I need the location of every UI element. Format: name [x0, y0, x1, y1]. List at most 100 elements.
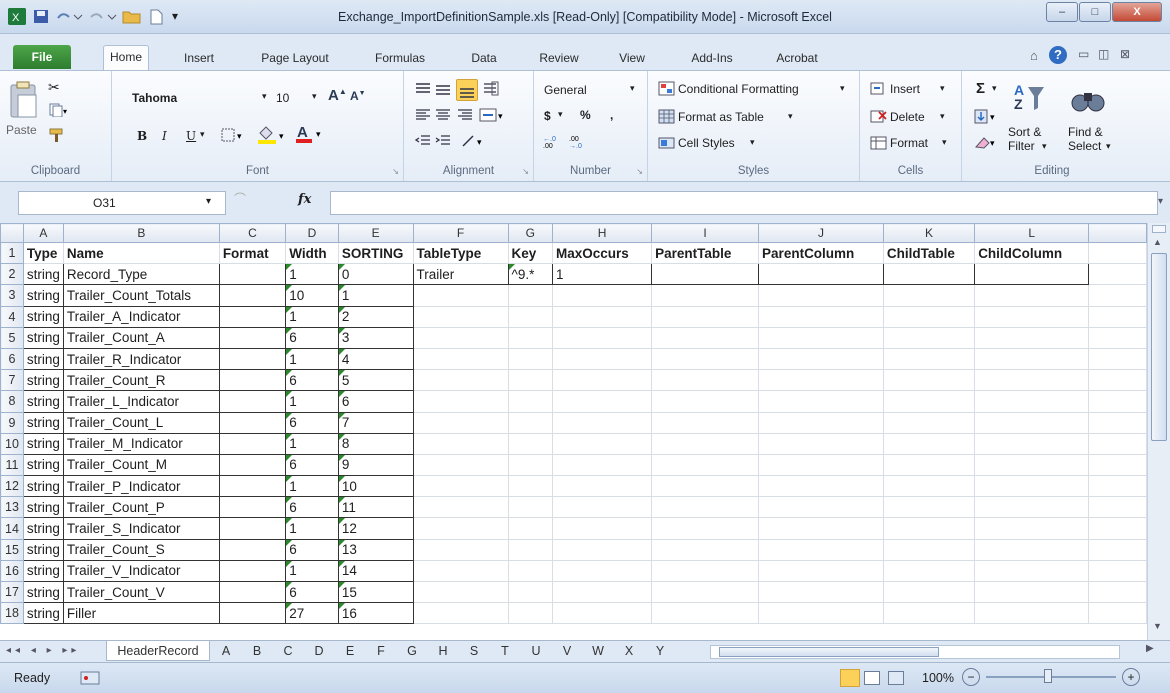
- cell-width[interactable]: 1: [285, 432, 339, 455]
- cell-width[interactable]: 1: [285, 475, 339, 498]
- row-header[interactable]: 14: [0, 517, 24, 540]
- orientation-icon[interactable]: [482, 81, 500, 100]
- macro-recording-icon[interactable]: [80, 670, 102, 689]
- cell[interactable]: [507, 284, 553, 307]
- cell-format[interactable]: [218, 390, 287, 413]
- cell[interactable]: [507, 453, 553, 477]
- cell[interactable]: [651, 602, 760, 625]
- cell[interactable]: [507, 347, 553, 371]
- column-header-e[interactable]: E: [337, 223, 414, 243]
- page-layout-view-icon[interactable]: [864, 671, 880, 685]
- number-format-combo[interactable]: General: [540, 81, 640, 101]
- column-header-a[interactable]: A: [22, 223, 64, 243]
- cell[interactable]: [1088, 559, 1147, 583]
- cell-sorting[interactable]: 12: [337, 517, 414, 540]
- page-break-preview-icon[interactable]: [888, 671, 904, 685]
- format-painter-icon[interactable]: [48, 127, 66, 146]
- worksheet-grid[interactable]: A B C D E F G H I J K L 1 Type Name Form…: [0, 223, 1147, 640]
- cell[interactable]: [1088, 580, 1147, 604]
- align-middle-icon[interactable]: [434, 81, 452, 100]
- cell-maxoccurs[interactable]: 1: [551, 263, 653, 286]
- column-header-h[interactable]: H: [551, 223, 653, 243]
- close-button[interactable]: X: [1112, 2, 1162, 22]
- cell[interactable]: [758, 432, 884, 455]
- cell-name[interactable]: Trailer_Count_V: [62, 580, 220, 604]
- cell-name[interactable]: Trailer_Count_P: [62, 496, 220, 519]
- cell-type[interactable]: string: [22, 326, 64, 349]
- undo-icon[interactable]: [54, 8, 83, 25]
- cell[interactable]: [882, 347, 976, 371]
- cell-key[interactable]: ^9.*: [507, 263, 553, 286]
- vertical-scrollbar[interactable]: ▲ ▼: [1147, 223, 1170, 640]
- cell[interactable]: [551, 475, 653, 498]
- scroll-thumb[interactable]: [1151, 253, 1167, 441]
- borders-icon[interactable]: ▾: [220, 127, 250, 146]
- cell-sorting[interactable]: 13: [337, 538, 414, 561]
- cell-e1[interactable]: SORTING: [337, 241, 414, 265]
- cell[interactable]: [974, 305, 1090, 328]
- cell[interactable]: [882, 369, 976, 392]
- cell-width[interactable]: 10: [285, 284, 339, 307]
- cell-sorting[interactable]: 7: [337, 411, 414, 434]
- cell[interactable]: [974, 326, 1090, 349]
- text-direction-icon[interactable]: ▾: [460, 133, 488, 152]
- row-header[interactable]: 1: [0, 241, 24, 265]
- decrease-indent-icon[interactable]: [414, 133, 432, 152]
- cell-sorting[interactable]: 0: [337, 263, 414, 286]
- align-center-icon[interactable]: [434, 107, 452, 126]
- cell[interactable]: [882, 305, 976, 328]
- cell-width[interactable]: 1: [285, 517, 339, 540]
- minimize-button[interactable]: –: [1046, 2, 1078, 22]
- cell[interactable]: [1088, 411, 1147, 434]
- sheet-tab-v[interactable]: V: [553, 641, 581, 661]
- cell-format[interactable]: [218, 411, 287, 434]
- cell-width[interactable]: 1: [285, 347, 339, 371]
- cell-name[interactable]: Trailer_S_Indicator: [62, 517, 220, 540]
- workbook-restore-icon[interactable]: ◫: [1098, 47, 1109, 61]
- cell-name[interactable]: Trailer_M_Indicator: [62, 432, 220, 455]
- cell[interactable]: [412, 347, 509, 371]
- cell[interactable]: [974, 538, 1090, 561]
- cell-type[interactable]: string: [22, 475, 64, 498]
- cell[interactable]: [882, 559, 976, 583]
- fill-icon[interactable]: ▾: [974, 109, 1000, 128]
- align-right-icon[interactable]: [456, 107, 474, 126]
- cell[interactable]: [551, 390, 653, 413]
- cell[interactable]: [507, 305, 553, 328]
- underline-button[interactable]: U: [186, 129, 196, 143]
- zoom-level[interactable]: 100%: [922, 671, 954, 685]
- tab-view[interactable]: View: [610, 47, 654, 69]
- sheet-tab-s[interactable]: S: [460, 641, 488, 661]
- minimize-ribbon-icon[interactable]: ⌂: [1030, 48, 1038, 63]
- find-select-dropdown-icon[interactable]: ▾: [1106, 141, 1111, 152]
- cell[interactable]: [758, 602, 884, 625]
- number-dialog-launcher-icon[interactable]: ↘: [636, 167, 643, 176]
- cell[interactable]: [974, 284, 1090, 307]
- delete-dropdown-icon[interactable]: ▾: [940, 111, 945, 122]
- cell[interactable]: [1088, 326, 1147, 349]
- cell[interactable]: [758, 326, 884, 349]
- row-header[interactable]: 9: [0, 411, 24, 434]
- cell[interactable]: [974, 411, 1090, 434]
- cell-i1[interactable]: ParentTable: [651, 241, 760, 265]
- tab-data[interactable]: Data: [462, 47, 506, 69]
- sheet-tab-x[interactable]: X: [615, 641, 643, 661]
- cell[interactable]: [758, 369, 884, 392]
- cell[interactable]: [974, 580, 1090, 604]
- fill-color-icon[interactable]: ▾: [256, 125, 290, 148]
- delete-button[interactable]: Delete: [890, 110, 925, 124]
- cell-width[interactable]: 1: [285, 559, 339, 583]
- zoom-slider-thumb[interactable]: [1044, 669, 1052, 683]
- cell[interactable]: [882, 432, 976, 455]
- cell[interactable]: [412, 369, 509, 392]
- name-box[interactable]: O31: [18, 191, 226, 215]
- cell-format[interactable]: [218, 347, 287, 371]
- column-header-d[interactable]: D: [285, 223, 339, 243]
- scroll-up-icon[interactable]: ▲: [1153, 237, 1162, 247]
- cell[interactable]: [882, 390, 976, 413]
- cell-d1[interactable]: Width: [285, 241, 339, 265]
- cell[interactable]: [651, 580, 760, 604]
- cell-width[interactable]: 6: [285, 580, 339, 604]
- cell[interactable]: [412, 538, 509, 561]
- cell[interactable]: [507, 517, 553, 540]
